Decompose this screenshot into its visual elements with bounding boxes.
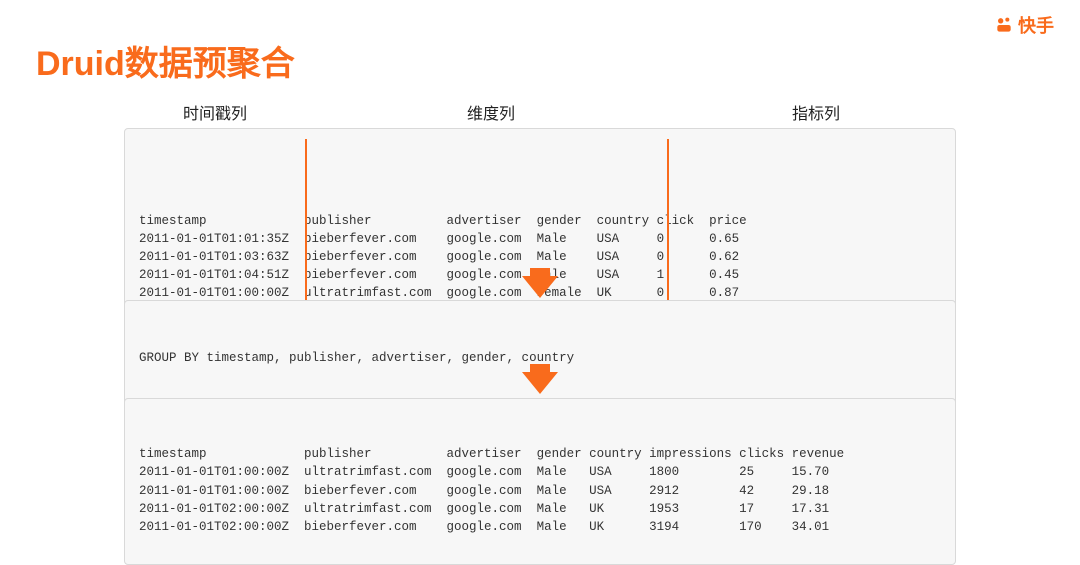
arrow-down-icon xyxy=(522,276,558,298)
label-dimension-col: 维度列 xyxy=(306,100,676,124)
aggregated-data-table: timestamp publisher advertiser gender co… xyxy=(139,445,941,536)
page-title: Druid数据预聚合 xyxy=(36,36,295,85)
kuaishou-icon xyxy=(994,15,1014,35)
brand-logo: 快手 xyxy=(994,12,1054,38)
brand-text: 快手 xyxy=(1018,12,1054,38)
label-metric-col: 指标列 xyxy=(676,100,956,124)
column-group-labels: 时间戳列 维度列 指标列 xyxy=(124,100,956,124)
label-timestamp-col: 时间戳列 xyxy=(124,100,306,124)
arrow-down-icon xyxy=(522,372,558,394)
aggregated-data-box: timestamp publisher advertiser gender co… xyxy=(124,398,956,565)
